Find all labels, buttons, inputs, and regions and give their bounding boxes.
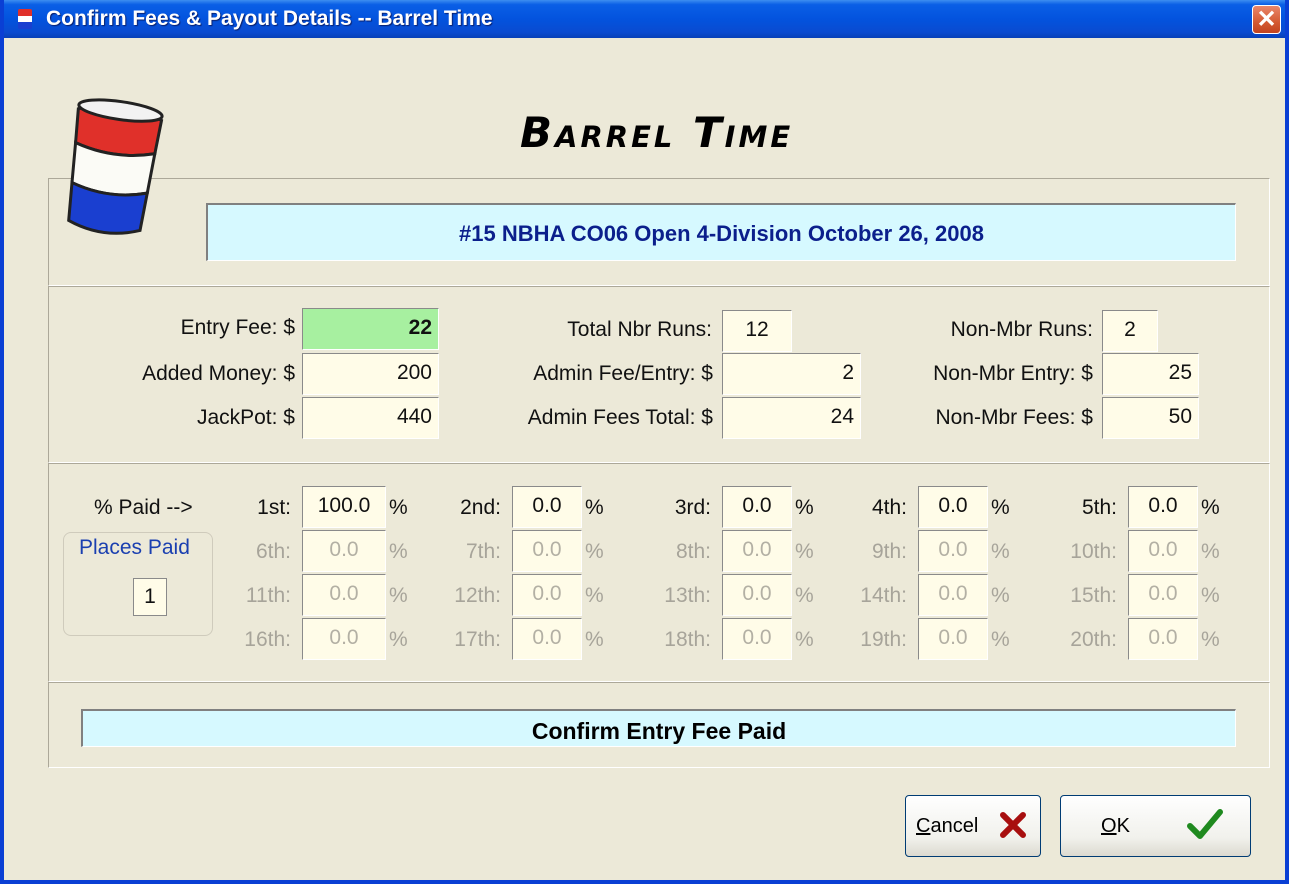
nonmbr-entry-field[interactable]: 25 xyxy=(1102,353,1199,395)
place-percent-field[interactable]: 0.0 xyxy=(722,618,792,660)
place-label: 16th: xyxy=(244,628,291,651)
place-label: 4th: xyxy=(871,496,907,519)
percent-sign: % xyxy=(991,540,1010,563)
place-label: 15th: xyxy=(1070,584,1117,607)
barrel-flag-icon xyxy=(18,9,32,29)
cancel-button[interactable]: Cancel xyxy=(905,795,1041,857)
title-bar[interactable]: Confirm Fees & Payout Details -- Barrel … xyxy=(4,0,1285,38)
ok-button[interactable]: OK xyxy=(1060,795,1251,857)
nonmbr-fees-label: Non-Mbr Fees: $ xyxy=(935,406,1093,429)
places-paid-field[interactable]: 1 xyxy=(133,578,167,616)
place-label: 6th: xyxy=(255,540,291,563)
place-percent-field[interactable]: 0.0 xyxy=(918,486,988,528)
close-icon: ✕ xyxy=(1256,6,1277,33)
app-name: Barrel Time xyxy=(520,108,794,157)
percent-sign: % xyxy=(795,496,814,519)
entry-fee-field[interactable]: 22 xyxy=(302,308,439,350)
jackpot-field[interactable]: 440 xyxy=(302,397,439,439)
barrel-icon xyxy=(67,98,164,235)
pct-paid-label: % Paid --> xyxy=(94,496,193,519)
place-label: 8th: xyxy=(675,540,711,563)
place-label: 18th: xyxy=(664,628,711,651)
place-label: 20th: xyxy=(1070,628,1117,651)
place-label: 5th: xyxy=(1081,496,1117,519)
place-label: 11th: xyxy=(245,584,291,607)
event-title: #15 NBHA CO06 Open 4-Division October 26… xyxy=(206,203,1236,261)
place-label: 1st: xyxy=(257,496,291,519)
place-label: 2nd: xyxy=(460,496,501,519)
ok-button-label: OK xyxy=(1101,815,1130,837)
dialog-window: Confirm Fees & Payout Details -- Barrel … xyxy=(0,0,1289,884)
place-percent-field[interactable]: 0.0 xyxy=(918,618,988,660)
place-label: 14th: xyxy=(860,584,907,607)
percent-sign: % xyxy=(795,540,814,563)
place-percent-field[interactable]: 0.0 xyxy=(1128,574,1198,616)
percent-sign: % xyxy=(1201,496,1220,519)
percent-sign: % xyxy=(585,540,604,563)
place-percent-field[interactable]: 0.0 xyxy=(918,574,988,616)
percent-sign: % xyxy=(991,628,1010,651)
place-label: 10th: xyxy=(1070,540,1117,563)
percent-sign: % xyxy=(795,584,814,607)
place-percent-field[interactable]: 0.0 xyxy=(722,530,792,572)
percent-sign: % xyxy=(389,496,408,519)
place-percent-field[interactable]: 0.0 xyxy=(722,574,792,616)
percent-sign: % xyxy=(991,496,1010,519)
percent-sign: % xyxy=(389,584,408,607)
place-label: 9th: xyxy=(871,540,907,563)
place-label: 13th: xyxy=(664,584,711,607)
nonmbr-entry-label: Non-Mbr Entry: $ xyxy=(933,362,1093,385)
place-percent-field[interactable]: 0.0 xyxy=(512,530,582,572)
place-percent-field[interactable]: 0.0 xyxy=(512,618,582,660)
place-percent-field[interactable]: 0.0 xyxy=(1128,486,1198,528)
place-percent-field[interactable]: 0.0 xyxy=(722,486,792,528)
place-percent-field[interactable]: 0.0 xyxy=(512,486,582,528)
place-percent-field[interactable]: 0.0 xyxy=(1128,530,1198,572)
place-label: 3rd: xyxy=(674,496,711,519)
place-label: 19th: xyxy=(860,628,907,651)
place-percent-field[interactable]: 100.0 xyxy=(302,486,386,528)
red-x-icon xyxy=(1000,812,1026,838)
place-percent-field[interactable]: 0.0 xyxy=(302,574,386,616)
added-money-field[interactable]: 200 xyxy=(302,353,439,395)
percent-sign: % xyxy=(1201,584,1220,607)
place-percent-field[interactable]: 0.0 xyxy=(302,530,386,572)
total-runs-label: Total Nbr Runs: xyxy=(567,318,712,341)
cancel-button-label: Cancel xyxy=(916,815,979,837)
green-check-icon xyxy=(1187,809,1223,839)
entry-fee-label: Entry Fee: $ xyxy=(180,316,295,339)
admin-total-label: Admin Fees Total: $ xyxy=(527,406,713,429)
added-money-label: Added Money: $ xyxy=(142,362,295,385)
confirm-entry-fee-bar[interactable]: Confirm Entry Fee Paid xyxy=(81,709,1236,747)
place-label: 7th: xyxy=(465,540,501,563)
jackpot-label: JackPot: $ xyxy=(196,406,295,429)
percent-sign: % xyxy=(991,584,1010,607)
admin-fee-label: Admin Fee/Entry: $ xyxy=(533,362,713,385)
nonmbr-runs-label: Non-Mbr Runs: xyxy=(950,318,1093,341)
close-button[interactable]: ✕ xyxy=(1252,5,1281,34)
place-label: 12th: xyxy=(454,584,501,607)
place-percent-field[interactable]: 0.0 xyxy=(512,574,582,616)
place-percent-field[interactable]: 0.0 xyxy=(918,530,988,572)
admin-total-field[interactable]: 24 xyxy=(722,397,861,439)
admin-fee-field[interactable]: 2 xyxy=(722,353,861,395)
percent-sign: % xyxy=(1201,540,1220,563)
percent-sign: % xyxy=(585,496,604,519)
window-title: Confirm Fees & Payout Details -- Barrel … xyxy=(46,7,493,30)
place-label: 17th: xyxy=(454,628,501,651)
total-runs-field[interactable]: 12 xyxy=(722,310,792,352)
percent-sign: % xyxy=(795,628,814,651)
nonmbr-runs-field[interactable]: 2 xyxy=(1102,310,1158,352)
percent-sign: % xyxy=(1201,628,1220,651)
percent-sign: % xyxy=(585,628,604,651)
percent-sign: % xyxy=(389,540,408,563)
places-paid-label: Places Paid xyxy=(79,536,190,559)
nonmbr-fees-field[interactable]: 50 xyxy=(1102,397,1199,439)
place-percent-field[interactable]: 0.0 xyxy=(302,618,386,660)
percent-sign: % xyxy=(585,584,604,607)
place-percent-field[interactable]: 0.0 xyxy=(1128,618,1198,660)
percent-sign: % xyxy=(389,628,408,651)
